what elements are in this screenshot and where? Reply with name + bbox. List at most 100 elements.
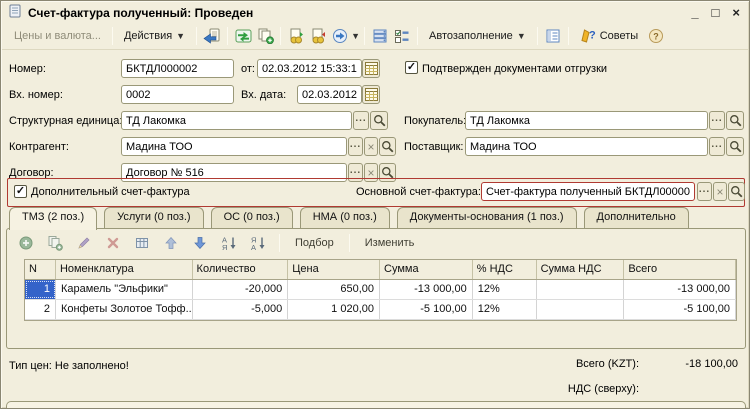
copy-row-icon[interactable] (44, 233, 66, 253)
window-title: Счет-фактура полученный: Проведен (28, 6, 685, 20)
calendar-icon[interactable] (362, 85, 380, 104)
table-cell[interactable]: 12% (473, 300, 537, 319)
structural-unit-label: Структурная единица: (9, 115, 122, 127)
tab-4[interactable]: Документы-основания (1 поз.) (397, 207, 577, 229)
incoming-date-field[interactable] (297, 85, 362, 104)
calendar-icon[interactable] (362, 59, 380, 78)
magnifier-icon[interactable] (379, 137, 396, 156)
contractor-label: Контрагент: (9, 141, 69, 153)
pick-button[interactable]: Подбор (290, 234, 339, 252)
date-field[interactable] (257, 59, 362, 78)
table-cell[interactable]: -5 100,00 (380, 300, 473, 319)
close-button[interactable]: × (732, 6, 740, 20)
write-document-icon[interactable] (201, 26, 223, 46)
select-ellipsis-icon[interactable]: ... (348, 137, 363, 156)
copy-create-icon[interactable] (254, 26, 276, 46)
minimize-button[interactable]: _ (691, 6, 698, 20)
maximize-button[interactable]: □ (712, 6, 720, 20)
table-cell[interactable]: -5 100,00 (624, 300, 736, 319)
incoming-date-label: Вх. дата: (241, 89, 286, 101)
help-icon[interactable]: ? (645, 26, 667, 46)
title-bar: Счет-фактура полученный: Проведен _ □ × (2, 2, 748, 23)
table-cell[interactable]: Карамель "Эльфики" (56, 280, 193, 299)
move-up-icon[interactable] (160, 233, 182, 253)
document-structure-icon[interactable] (369, 26, 391, 46)
report-icon[interactable] (542, 26, 564, 46)
autofill-menu-button[interactable]: Автозаполнение▼ (422, 26, 533, 46)
table-cell[interactable]: 1 (25, 280, 56, 299)
confirmed-label: Подтвержден документами отгрузки (422, 63, 607, 75)
post-document-icon[interactable] (232, 26, 254, 46)
table-cell[interactable]: -20,000 (193, 280, 289, 299)
number-field[interactable] (121, 59, 234, 78)
move-down-icon[interactable] (189, 233, 211, 253)
additional-invoice-checkbox[interactable]: ✓ (14, 185, 27, 198)
confirmed-checkbox[interactable]: ✓ (405, 61, 418, 74)
supplier-label: Поставщик: (404, 141, 463, 153)
column-header-0[interactable]: N (25, 260, 56, 279)
edit-row-icon[interactable] (73, 233, 95, 253)
contractor-field[interactable] (121, 137, 347, 156)
tab-5[interactable]: Дополнительно (584, 207, 689, 229)
table-row[interactable]: 1Карамель "Эльфики"-20,000650,00-13 000,… (25, 280, 736, 300)
settings-list-icon[interactable] (391, 26, 413, 46)
toolbar-separator (196, 27, 197, 45)
select-ellipsis-icon[interactable]: ... (709, 137, 725, 156)
table-cell[interactable]: 12% (473, 280, 537, 299)
tab-1[interactable]: Услуги (0 поз.) (104, 207, 203, 229)
select-ellipsis-icon[interactable]: ... (697, 182, 712, 201)
column-header-5[interactable]: % НДС (473, 260, 537, 279)
column-header-1[interactable]: Номенклатура (56, 260, 193, 279)
magnifier-icon[interactable] (726, 137, 744, 156)
table-cell[interactable]: 2 (25, 300, 56, 319)
document-movements-icon[interactable] (285, 26, 307, 46)
chevron-down-icon[interactable]: ▼ (351, 31, 360, 41)
sort-asc-icon[interactable]: АЯ (218, 233, 240, 253)
change-button[interactable]: Изменить (360, 234, 420, 252)
incoming-number-field[interactable] (121, 85, 234, 104)
column-header-2[interactable]: Количество (193, 260, 289, 279)
table-cell[interactable] (537, 280, 625, 299)
table-cell[interactable]: -13 000,00 (380, 280, 473, 299)
magnifier-icon[interactable] (370, 111, 388, 130)
column-header-7[interactable]: Всего (624, 260, 736, 279)
select-ellipsis-icon[interactable]: ... (353, 111, 369, 130)
table-cell[interactable]: 650,00 (288, 280, 380, 299)
column-header-6[interactable]: Сумма НДС (537, 260, 625, 279)
cancel-posting-icon[interactable] (307, 26, 329, 46)
table-row[interactable]: 2Конфеты Золотое Тофф...-5,0001 020,00-5… (25, 300, 736, 320)
supplier-field[interactable] (465, 137, 708, 156)
tips-button[interactable]: ?Советы (573, 23, 645, 50)
svg-text:?: ? (653, 32, 659, 42)
delete-row-icon[interactable] (102, 233, 124, 253)
main-invoice-field[interactable] (481, 182, 695, 201)
add-row-icon[interactable] (15, 233, 37, 253)
table-cell[interactable] (537, 300, 625, 319)
sort-desc-icon[interactable]: ЯА (247, 233, 269, 253)
select-ellipsis-icon[interactable]: ... (709, 111, 725, 130)
go-to-icon[interactable] (329, 26, 351, 46)
magnifier-icon[interactable] (728, 182, 745, 201)
clear-icon[interactable]: × (713, 182, 727, 201)
tab-0[interactable]: ТМЗ (2 поз.) (9, 207, 97, 230)
table-cell[interactable]: -13 000,00 (624, 280, 736, 299)
table-cell[interactable]: -5,000 (193, 300, 289, 319)
tab-3[interactable]: НМА (0 поз.) (300, 207, 390, 229)
column-header-3[interactable]: Цена (288, 260, 380, 279)
toolbar-separator (537, 27, 538, 45)
structural-unit-field[interactable] (121, 111, 352, 130)
column-header-4[interactable]: Сумма (380, 260, 473, 279)
main-invoice-label: Основной счет-фактура: (356, 186, 481, 198)
table-cell[interactable]: Конфеты Золотое Тофф... (56, 300, 193, 319)
prices-currency-button[interactable]: Цены и валюта... (7, 26, 108, 46)
toolbar-separator (112, 27, 113, 45)
buyer-field[interactable] (465, 111, 708, 130)
document-icon (8, 4, 22, 21)
table-cell[interactable]: 1 020,00 (288, 300, 380, 319)
end-edit-icon[interactable] (131, 233, 153, 253)
magnifier-icon[interactable] (726, 111, 744, 130)
tab-2[interactable]: ОС (0 поз.) (211, 207, 293, 229)
actions-menu-button[interactable]: Действия▼ (117, 26, 192, 46)
tab-bar: ТМЗ (2 поз.) Услуги (0 поз.) ОС (0 поз.) НМ… (9, 207, 689, 229)
clear-icon[interactable]: × (364, 137, 378, 156)
